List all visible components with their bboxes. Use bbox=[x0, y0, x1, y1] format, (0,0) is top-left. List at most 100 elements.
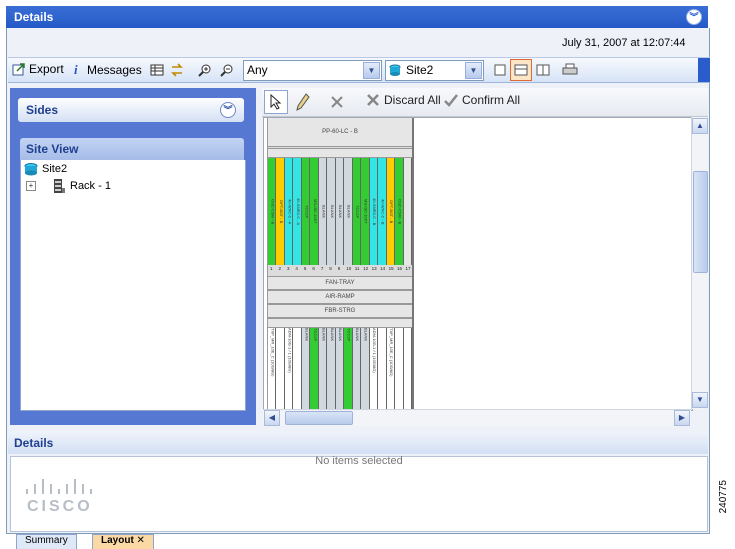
rack-slot[interactable]: OPT-BST - B bbox=[276, 158, 285, 265]
patch-panel[interactable]: PP-60-LC - B bbox=[268, 118, 412, 147]
tab-layout[interactable]: Layout ✕ bbox=[92, 534, 154, 549]
patch-panel-label: PP-60-LC - B bbox=[322, 129, 358, 135]
expand-icon[interactable]: ︾ bbox=[220, 102, 236, 118]
expand-plus-icon[interactable]: + bbox=[26, 181, 36, 191]
fan-tray[interactable]: FAN-TRAY bbox=[268, 276, 412, 290]
cisco-wordmark: CISCO bbox=[27, 498, 93, 515]
zoom-out-icon[interactable] bbox=[220, 63, 234, 77]
collapse-icon[interactable]: ︾ bbox=[686, 9, 702, 25]
details-title: Details bbox=[14, 436, 54, 450]
messages-button[interactable]: i Messages bbox=[74, 62, 142, 78]
rack-slot[interactable]: TCC2P bbox=[344, 328, 353, 410]
export-icon bbox=[12, 63, 25, 76]
rack-slot[interactable]: 40-WXC-C - A bbox=[284, 158, 294, 265]
rack-diagram[interactable]: PP-60-LC - B OSC-CSM - B OPT-BST - B 40-WX… bbox=[267, 118, 414, 410]
rack-slot[interactable]: BLANK bbox=[335, 328, 345, 410]
single-view-icon[interactable] bbox=[493, 63, 507, 77]
rack-slot[interactable]: BLANK bbox=[318, 158, 328, 265]
rack-slot[interactable]: BLANK bbox=[352, 328, 362, 410]
rack-slot[interactable]: TCC2P bbox=[310, 328, 319, 410]
rack-slot[interactable]: BLANK bbox=[318, 328, 328, 410]
rack-slot[interactable]: MS-ISC-100T bbox=[310, 158, 319, 265]
rack-slot[interactable]: BLANK bbox=[361, 328, 370, 410]
pencil-icon[interactable] bbox=[296, 93, 310, 111]
rack-slot[interactable]: 40-SMR2-C - B bbox=[369, 158, 379, 265]
rack-slot[interactable]: TCC2P bbox=[352, 158, 362, 265]
horizontal-scrollbar[interactable]: ◀ ▶ bbox=[263, 409, 691, 426]
slot-number: 6 bbox=[312, 266, 315, 271]
rack-slot[interactable]: ADM-10G-1 / 1 (10G/8G) bbox=[284, 328, 294, 410]
rack-slot[interactable]: BLANK bbox=[301, 328, 311, 410]
scroll-left-icon[interactable]: ◀ bbox=[264, 410, 280, 426]
discard-icon bbox=[367, 94, 379, 106]
rack-slot[interactable]: OPT-BST - B bbox=[386, 158, 396, 265]
zoom-in-icon[interactable] bbox=[198, 63, 212, 77]
tree-item-site[interactable]: Site2 bbox=[24, 162, 67, 176]
slot-number: 13 bbox=[371, 266, 377, 271]
delete-icon[interactable] bbox=[330, 95, 344, 109]
filter-select[interactable]: Any ▼ bbox=[243, 60, 382, 81]
fiber-storage[interactable]: FBR-STRG bbox=[268, 304, 412, 318]
export-button[interactable]: Export bbox=[12, 62, 64, 76]
export-label: Export bbox=[29, 62, 64, 76]
cisco-logo: CISCO bbox=[23, 477, 93, 516]
rack-slot[interactable]: BLANK bbox=[335, 158, 345, 265]
slot-number: 16 bbox=[397, 266, 403, 271]
sides-header[interactable]: Sides ︾ bbox=[18, 98, 244, 122]
split-view-button[interactable] bbox=[510, 59, 532, 81]
fiber-storage-label: FBR-STRG bbox=[324, 308, 356, 314]
rack-slot[interactable] bbox=[378, 328, 387, 410]
rack-slot[interactable] bbox=[276, 328, 285, 410]
air-ramp[interactable]: AIR-RAMP bbox=[268, 290, 412, 304]
site-view-tree: Site2 + Rack - 1 bbox=[20, 160, 246, 411]
discard-all-button[interactable]: Discard All bbox=[366, 93, 441, 107]
rack-slot[interactable]: OSC-CSM - B bbox=[395, 158, 404, 265]
figure-id: 240775 bbox=[718, 480, 729, 514]
cisco-bars-icon bbox=[26, 479, 92, 494]
scroll-right-icon[interactable]: ▶ bbox=[674, 410, 690, 426]
horizontal-scroll-thumb[interactable] bbox=[285, 411, 353, 425]
chevron-down-icon[interactable]: ▼ bbox=[465, 62, 482, 79]
rack-slot[interactable]: ADM-10G-1 / 1 (10G/8G) bbox=[369, 328, 379, 410]
vertical-scrollbar[interactable]: ▲ ▼ bbox=[691, 117, 708, 409]
check-icon bbox=[444, 94, 458, 107]
scroll-down-icon[interactable]: ▼ bbox=[692, 392, 708, 408]
rack-slot[interactable]: 40-SMR2-C - A bbox=[293, 158, 302, 265]
sides-title: Sides bbox=[26, 103, 59, 117]
rack-slot[interactable]: OSC-CSM - B bbox=[268, 158, 277, 265]
swap-icon[interactable] bbox=[170, 63, 184, 77]
table-icon[interactable] bbox=[150, 63, 164, 77]
rack-slot[interactable]: TXP_MR_10E_C (10G/8G) bbox=[386, 328, 396, 410]
site-select[interactable]: Site2 ▼ bbox=[385, 60, 484, 81]
view-toolbar: Discard All Confirm All bbox=[262, 88, 708, 117]
chevron-down-icon[interactable]: ▼ bbox=[363, 62, 380, 79]
select-tool-button[interactable] bbox=[264, 90, 288, 114]
rack-slot[interactable]: BLANK bbox=[344, 158, 353, 265]
rack-slot[interactable]: BLANK bbox=[327, 328, 336, 410]
tree-item-rack[interactable]: + Rack - 1 bbox=[26, 178, 111, 194]
rack-slot[interactable]: 40-WXC-C - B bbox=[378, 158, 387, 265]
site-icon bbox=[24, 163, 38, 176]
slot-number: 5 bbox=[303, 266, 307, 271]
messages-label: Messages bbox=[87, 63, 142, 77]
rack-slot[interactable]: BLANK bbox=[327, 158, 336, 265]
slot-number: 9 bbox=[337, 266, 341, 271]
site-value: Site2 bbox=[406, 63, 434, 77]
rack-slot[interactable] bbox=[293, 328, 302, 410]
rack-slot[interactable]: TXP_MR_10E_C (10G/8G) bbox=[268, 328, 277, 410]
window-title: Details bbox=[14, 10, 54, 24]
layout-canvas[interactable]: PP-60-LC - B OSC-CSM - B OPT-BST - B 40-WX… bbox=[263, 117, 693, 411]
slot-number: 10 bbox=[346, 266, 352, 271]
tile-view-icon[interactable] bbox=[536, 63, 550, 77]
print-icon[interactable] bbox=[562, 63, 578, 77]
confirm-all-button[interactable]: Confirm All bbox=[444, 93, 520, 107]
rack-slot[interactable] bbox=[403, 328, 412, 410]
rack-slot[interactable]: MS-ISC-100T bbox=[361, 158, 370, 265]
rack-slot[interactable] bbox=[395, 328, 404, 410]
rack-slot[interactable]: TCC2P bbox=[301, 158, 311, 265]
details-panel: No items selected CISCO bbox=[10, 455, 708, 532]
rack-slot[interactable] bbox=[403, 158, 412, 265]
scroll-up-icon[interactable]: ▲ bbox=[692, 118, 708, 134]
vertical-scroll-thumb[interactable] bbox=[693, 171, 708, 273]
tab-summary[interactable]: Summary bbox=[16, 534, 77, 549]
